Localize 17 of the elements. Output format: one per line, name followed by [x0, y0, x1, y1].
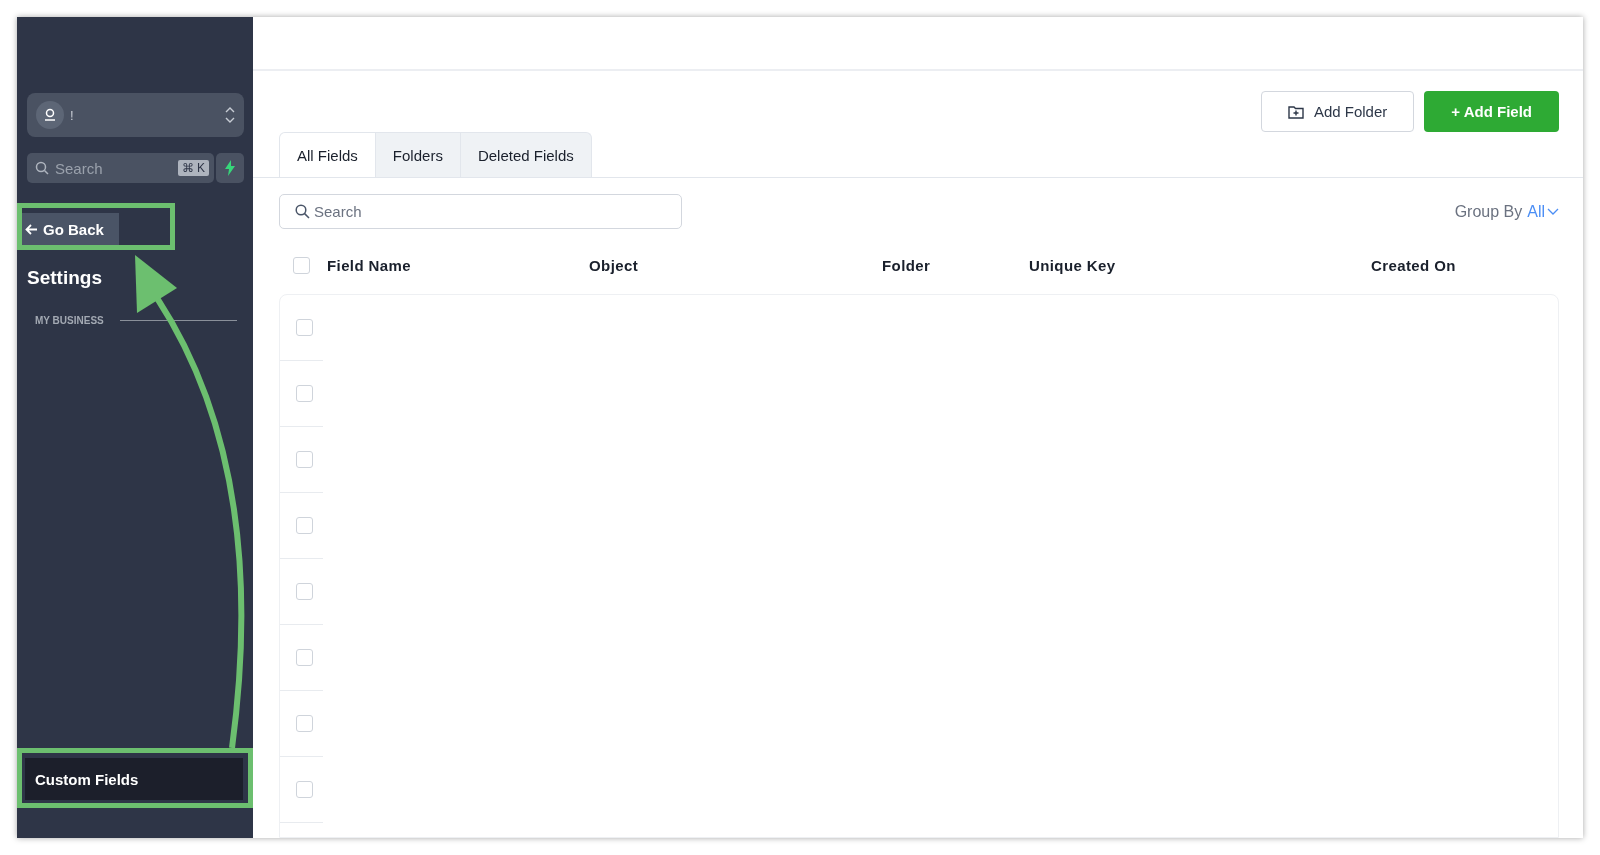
column-header[interactable]: Unique Key [1029, 257, 1371, 274]
column-header[interactable]: Created On [1371, 257, 1456, 274]
tab[interactable]: Deleted Fields [459, 132, 592, 177]
column-header[interactable]: Object [589, 257, 882, 274]
tab[interactable]: All Fields [279, 132, 376, 177]
search-field[interactable]: Search [279, 194, 682, 229]
add-folder-button[interactable]: Add Folder [1260, 91, 1415, 132]
section-label: MY BUSINESS [35, 315, 104, 326]
settings-title: Settings [27, 267, 103, 289]
column-header[interactable]: Folder [882, 257, 1029, 274]
account-switcher[interactable]: ! [27, 93, 244, 137]
sidebar-item[interactable]: Custom Fields [25, 758, 243, 800]
column-header[interactable]: Field Name [327, 257, 589, 274]
account-name: ! [70, 107, 75, 123]
shortcut-badge: ⌘ K [177, 160, 209, 176]
tab[interactable]: Folders [374, 132, 461, 177]
group-by-label: Group By [1454, 202, 1523, 221]
